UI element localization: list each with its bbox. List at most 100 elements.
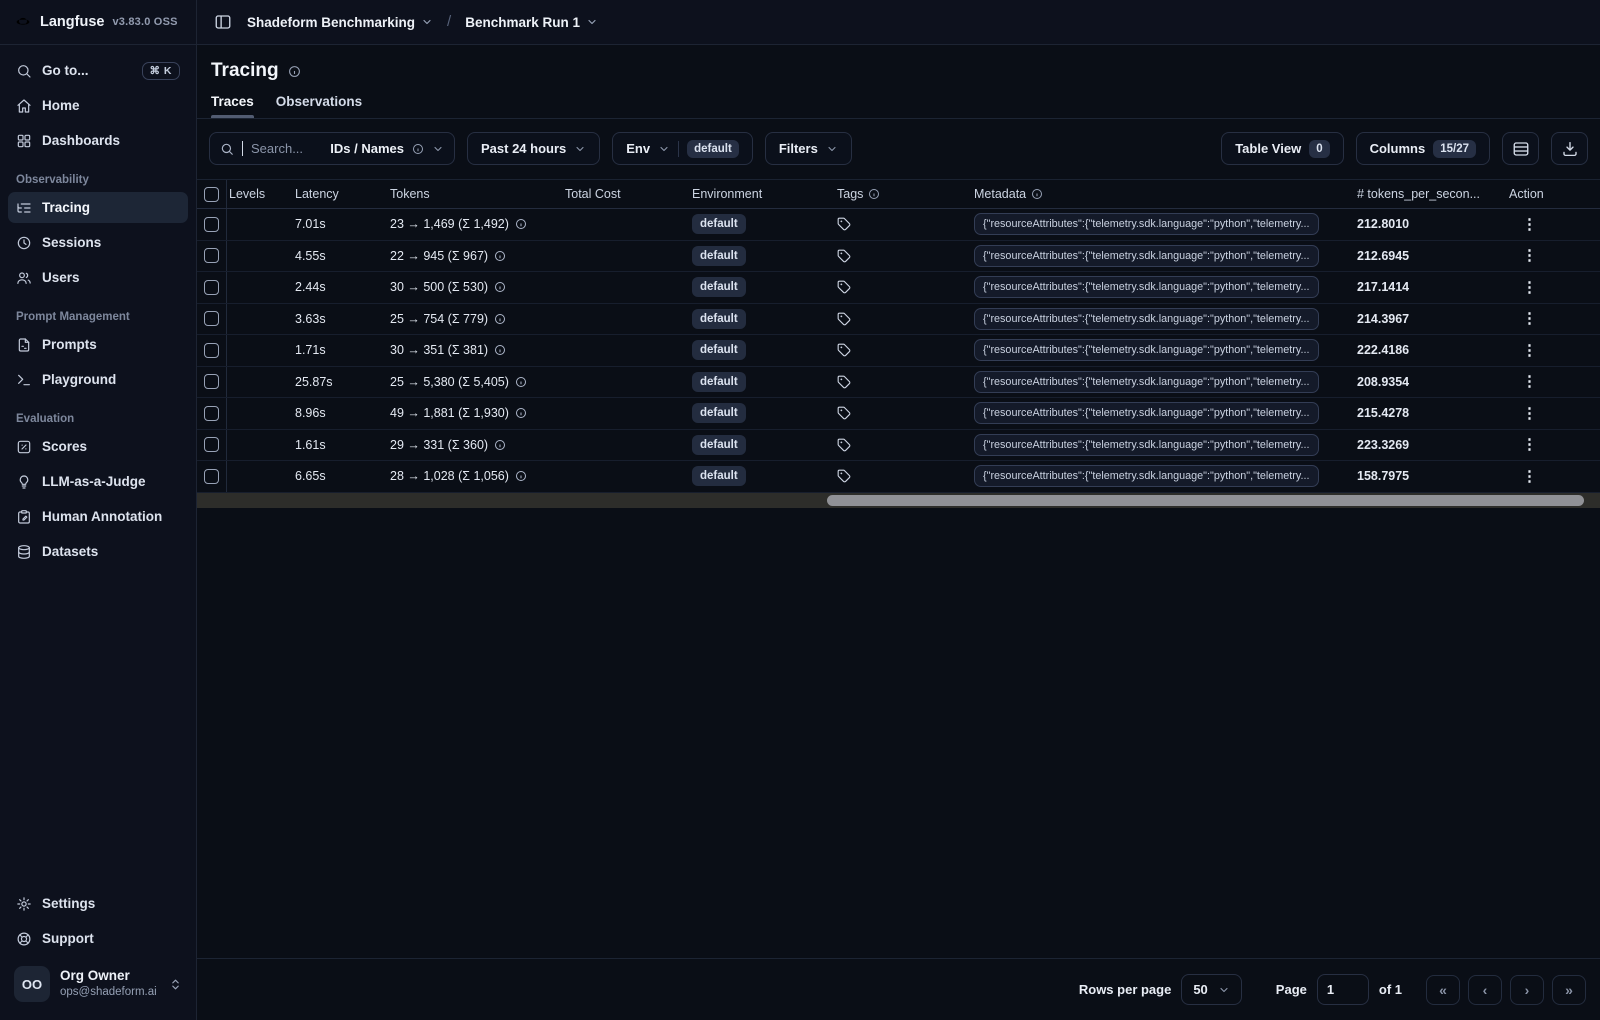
column-header-latency[interactable]: Latency [293, 187, 388, 201]
metadata-badge[interactable]: {"resourceAttributes":{"telemetry.sdk.la… [974, 307, 1319, 330]
column-header-environment[interactable]: Environment [687, 187, 835, 201]
kebab-menu-button[interactable]: ⋮ [1522, 374, 1537, 389]
first-page-button[interactable]: « [1426, 974, 1460, 1005]
user-account-button[interactable]: OO Org Owner ops@shadeform.ai [8, 958, 188, 1010]
tab-observations[interactable]: Observations [276, 94, 362, 118]
sidebar-item-tracing[interactable]: Tracing [8, 192, 188, 223]
rows-per-page-select[interactable]: 50 [1181, 974, 1242, 1005]
row-checkbox[interactable] [204, 248, 219, 264]
metadata-badge[interactable]: {"resourceAttributes":{"telemetry.sdk.la… [974, 213, 1319, 236]
search-input[interactable]: Search... IDs / Names [209, 132, 455, 165]
breadcrumb-org[interactable]: Shadeform Benchmarking [247, 15, 433, 30]
time-range-button[interactable]: Past 24 hours [467, 132, 601, 165]
env-filter-button[interactable]: Env default [612, 132, 753, 165]
table-view-button[interactable]: Table View 0 [1221, 132, 1344, 165]
next-page-button[interactable]: › [1510, 974, 1544, 1005]
column-header-metadata[interactable]: Metadata [972, 187, 1352, 201]
table-row[interactable]: 6.65s 28 → 1,028 (Σ 1,056) default {"res… [197, 461, 1600, 493]
scrollbar-thumb[interactable] [827, 494, 1584, 506]
metadata-badge[interactable]: {"resourceAttributes":{"telemetry.sdk.la… [974, 433, 1319, 456]
sidebar-item-dashboards[interactable]: Dashboards [8, 125, 188, 156]
row-checkbox[interactable] [204, 405, 219, 421]
column-header-levels[interactable]: Levels [227, 187, 293, 201]
column-header-tokens-per-second[interactable]: # tokens_per_secon... [1352, 187, 1507, 201]
kebab-menu-button[interactable]: ⋮ [1522, 217, 1537, 232]
tab-traces[interactable]: Traces [211, 94, 254, 118]
sidebar-toggle-button[interactable] [209, 8, 237, 36]
table-row[interactable]: 8.96s 49 → 1,881 (Σ 1,930) default {"res… [197, 398, 1600, 430]
sidebar-item-support[interactable]: Support [8, 923, 188, 954]
kebab-menu-button[interactable]: ⋮ [1522, 248, 1537, 263]
section-evaluation: Evaluation [16, 413, 75, 425]
row-height-button[interactable] [1502, 132, 1539, 165]
cell-tags [835, 217, 972, 231]
row-checkbox[interactable] [204, 468, 219, 484]
chevron-down-icon [421, 16, 433, 28]
tab-bar: Traces Observations [197, 82, 1600, 119]
row-checkbox[interactable] [204, 342, 219, 358]
cell-tokens-per-second: 214.3967 [1357, 311, 1410, 326]
sidebar-item-goto[interactable]: Go to... ⌘ K [8, 55, 188, 86]
toolbar: Search... IDs / Names Past 24 hours Env … [197, 119, 1600, 165]
metadata-badge[interactable]: {"resourceAttributes":{"telemetry.sdk.la… [974, 402, 1319, 425]
prev-page-button[interactable]: ‹ [1468, 974, 1502, 1005]
kebab-menu-button[interactable]: ⋮ [1522, 469, 1537, 484]
sidebar-item-scores[interactable]: Scores [8, 431, 188, 462]
last-page-button[interactable]: » [1552, 974, 1586, 1005]
kebab-menu-button[interactable]: ⋮ [1522, 343, 1537, 358]
horizontal-scrollbar[interactable] [197, 492, 1600, 508]
cell-action: ⋮ [1507, 343, 1597, 358]
kebab-menu-button[interactable]: ⋮ [1522, 437, 1537, 452]
row-checkbox[interactable] [204, 311, 219, 327]
page-number-input[interactable] [1316, 974, 1369, 1005]
column-header-tags[interactable]: Tags [835, 187, 972, 201]
cell-tokens-per-second: 158.7975 [1357, 469, 1410, 484]
kebab-menu-button[interactable]: ⋮ [1522, 280, 1537, 295]
table-row[interactable]: 1.61s 29 → 331 (Σ 360) default {"resourc… [197, 429, 1600, 461]
metadata-badge[interactable]: {"resourceAttributes":{"telemetry.sdk.la… [974, 370, 1319, 393]
table-row[interactable]: 2.44s 30 → 500 (Σ 530) default {"resourc… [197, 272, 1600, 304]
sidebar-item-llm-judge[interactable]: LLM-as-a-Judge [8, 466, 188, 497]
row-checkbox[interactable] [204, 374, 219, 390]
select-all-checkbox[interactable] [204, 186, 219, 202]
column-header-action[interactable]: Action [1507, 187, 1597, 201]
breadcrumb-project[interactable]: Benchmark Run 1 [465, 15, 598, 30]
cell-metadata: {"resourceAttributes":{"telemetry.sdk.la… [972, 213, 1352, 236]
sidebar-item-human-annotation[interactable]: Human Annotation [8, 501, 188, 532]
metadata-badge[interactable]: {"resourceAttributes":{"telemetry.sdk.la… [974, 465, 1319, 488]
org-name: Shadeform Benchmarking [247, 14, 416, 30]
export-button[interactable] [1551, 132, 1588, 165]
row-checkbox[interactable] [204, 216, 219, 232]
cell-environment: default [687, 214, 835, 235]
kebab-menu-button[interactable]: ⋮ [1522, 406, 1537, 421]
chevron-down-icon [586, 16, 598, 28]
cell-latency: 3.63s [295, 311, 326, 326]
search-mode-label: IDs / Names [330, 141, 404, 156]
table-row[interactable]: 7.01s 23 → 1,469 (Σ 1,492) default {"res… [197, 209, 1600, 241]
table-row[interactable]: 1.71s 30 → 351 (Σ 381) default {"resourc… [197, 335, 1600, 367]
table-row[interactable]: 4.55s 22 → 945 (Σ 967) default {"resourc… [197, 240, 1600, 272]
row-checkbox[interactable] [204, 279, 219, 295]
table-row[interactable]: 25.87s 25 → 5,380 (Σ 5,405) default {"re… [197, 366, 1600, 398]
table-view-count-badge: 0 [1309, 139, 1330, 158]
column-header-tokens[interactable]: Tokens [388, 187, 563, 201]
kebab-menu-button[interactable]: ⋮ [1522, 311, 1537, 326]
metadata-badge[interactable]: {"resourceAttributes":{"telemetry.sdk.la… [974, 276, 1319, 299]
metadata-badge[interactable]: {"resourceAttributes":{"telemetry.sdk.la… [974, 244, 1319, 267]
table-row[interactable]: 3.63s 25 → 754 (Σ 779) default {"resourc… [197, 303, 1600, 335]
column-header-total-cost[interactable]: Total Cost [563, 187, 687, 201]
sidebar-item-sessions[interactable]: Sessions [8, 227, 188, 258]
metadata-badge[interactable]: {"resourceAttributes":{"telemetry.sdk.la… [974, 339, 1319, 362]
sidebar-item-datasets[interactable]: Datasets [8, 536, 188, 567]
sidebar-item-playground[interactable]: Playground [8, 364, 188, 395]
columns-button[interactable]: Columns 15/27 [1355, 132, 1490, 165]
sidebar-item-prompts[interactable]: Prompts [8, 329, 188, 360]
sidebar-item-home[interactable]: Home [8, 90, 188, 121]
filters-button[interactable]: Filters [764, 132, 852, 165]
cmd-k-shortcut: ⌘ K [141, 61, 180, 80]
sidebar-item-settings[interactable]: Settings [8, 888, 188, 919]
row-checkbox[interactable] [204, 437, 219, 453]
info-icon [1031, 188, 1043, 200]
info-icon [494, 439, 506, 451]
sidebar-item-users[interactable]: Users [8, 262, 188, 293]
